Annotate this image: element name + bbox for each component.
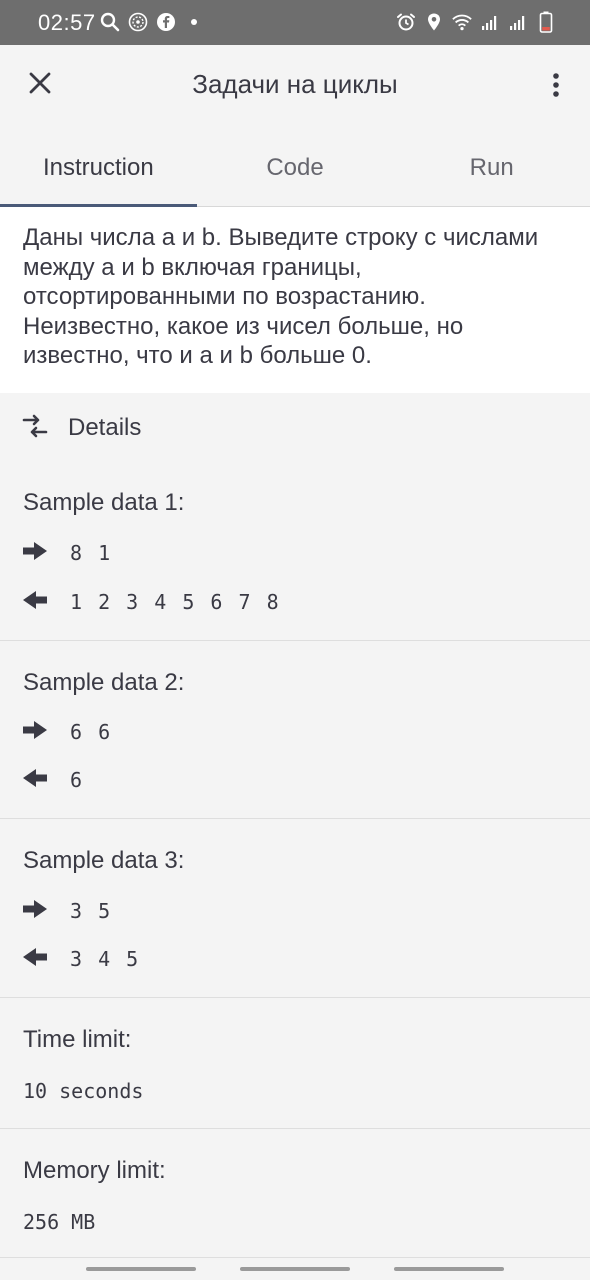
memory-limit-section: Memory limit: 256 MB <box>0 1129 590 1258</box>
sample-section-3: Sample data 3: 3 5 3 4 5 <box>0 819 590 998</box>
sample-title-3: Sample data 3: <box>23 847 185 874</box>
details-label: Details <box>68 414 142 441</box>
sample-input-3: 3 5 <box>70 899 113 923</box>
sample-input-2: 6 6 <box>70 720 113 744</box>
sample-output-row-1: 1 2 3 4 5 6 7 8 <box>22 587 281 617</box>
sample-input-1: 8 1 <box>70 541 113 565</box>
sample-input-row-2: 6 6 <box>22 717 112 747</box>
tab-run[interactable]: Run <box>393 130 590 206</box>
more-vert-icon <box>552 72 560 103</box>
signal-icon <box>480 12 500 32</box>
time-limit-section: Time limit: 10 seconds <box>0 998 590 1129</box>
sample-input-row-1: 8 1 <box>22 538 112 568</box>
sample-output-row-2: 6 <box>22 765 84 795</box>
nav-back-button[interactable] <box>394 1267 504 1271</box>
location-icon <box>424 12 444 32</box>
memory-limit-label: Memory limit: <box>23 1157 166 1184</box>
status-time: 02:57 <box>38 10 96 35</box>
facebook-icon <box>156 12 176 32</box>
tab-code[interactable]: Code <box>197 130 394 206</box>
sample-output-3: 3 4 5 <box>70 947 141 971</box>
tab-instruction[interactable]: Instruction <box>0 130 197 207</box>
signal-icon-2 <box>508 12 528 32</box>
status-bar: 02:57 <box>0 0 590 45</box>
time-limit-value: 10 seconds <box>23 1079 144 1103</box>
dot-icon <box>184 12 204 32</box>
more-options-button[interactable] <box>538 67 574 107</box>
details-toggle[interactable]: Details <box>0 393 590 463</box>
app-bar: Задачи на циклы <box>0 45 590 130</box>
system-nav-bar <box>0 1258 590 1280</box>
tab-bar: Instruction Code Run <box>0 130 590 207</box>
sample-section-2: Sample data 2: 6 6 6 <box>0 641 590 819</box>
sample-title-2: Sample data 2: <box>23 669 185 696</box>
input-arrow-icon <box>22 898 48 925</box>
sample-output-row-3: 3 4 5 <box>22 944 140 974</box>
instruction-text: Даны числа a и b. Выведите строку с числ… <box>0 207 590 393</box>
search-icon <box>100 12 120 32</box>
input-arrow-icon <box>22 719 48 746</box>
nav-recents-button[interactable] <box>86 1267 196 1271</box>
nav-home-button[interactable] <box>240 1267 350 1271</box>
sample-title-1: Sample data 1: <box>23 489 185 516</box>
memory-limit-value: 256 MB <box>23 1210 96 1234</box>
sample-output-2: 6 <box>70 768 85 792</box>
swap-icon <box>22 413 48 444</box>
sample-output-1: 1 2 3 4 5 6 7 8 <box>70 590 281 614</box>
output-arrow-icon <box>22 767 48 794</box>
alarm-icon <box>396 12 416 32</box>
sample-section-1: Sample data 1: 8 1 1 2 3 4 5 6 7 8 <box>0 463 590 641</box>
output-arrow-icon <box>22 589 48 616</box>
output-arrow-icon <box>22 946 48 973</box>
battery-low-icon <box>536 11 556 33</box>
vpn-icon <box>128 12 148 32</box>
time-limit-label: Time limit: <box>23 1026 132 1053</box>
input-arrow-icon <box>22 540 48 567</box>
sample-input-row-3: 3 5 <box>22 896 112 926</box>
wifi-icon <box>452 12 472 32</box>
page-title: Задачи на циклы <box>192 69 398 99</box>
